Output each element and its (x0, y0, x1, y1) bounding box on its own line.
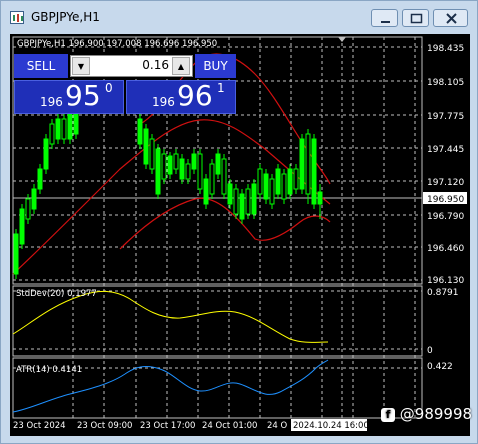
current-price-label: 196.950 (427, 195, 464, 205)
crosshair-time-label: 2024.10.24 16:00 (293, 421, 369, 431)
time-axis-label: 23 Oct 09:00 (77, 421, 132, 431)
price-axis-label: 198.435 (427, 44, 464, 54)
time-axis-label: 23 Oct 2024 (13, 421, 66, 431)
stddev-scale-top: 0.8791 (427, 288, 459, 298)
buy-button[interactable]: BUY (195, 54, 236, 78)
sell-price-big-figure: 196 (40, 95, 63, 109)
price-axis-label: 197.120 (427, 178, 464, 188)
social-logo-icon: f (381, 408, 395, 422)
lot-increase-button[interactable]: ▲ (172, 57, 190, 75)
atr-label: ATR(14) 0.4141 (16, 365, 82, 375)
sell-price-point: 0 (105, 81, 113, 95)
lot-size-field[interactable]: ▼ 0.16 ▲ (70, 55, 193, 77)
chart-window-icon (10, 11, 24, 24)
buy-price-big-figure: 196 (152, 95, 175, 109)
price-axis-label: 196.130 (427, 276, 464, 286)
sell-price-pips: 95 (65, 79, 101, 112)
sell-button[interactable]: SELL (14, 54, 68, 78)
price-axis-label: 198.105 (427, 78, 464, 88)
time-axis-label: 23 Oct 17:00 (140, 421, 195, 431)
time-axis: 23 Oct 2024 23 Oct 09:00 23 Oct 17:00 24… (13, 421, 288, 431)
candlesticks (13, 109, 323, 279)
chart-window: GBPJPYe,H1 GBPJPYe,H1 196.900 197.008 19… (0, 0, 478, 444)
buy-price-pips: 96 (177, 79, 213, 112)
stddev-line (12, 291, 329, 343)
buy-price-display[interactable]: 196 96 1 (126, 79, 236, 114)
lot-decrease-button[interactable]: ▼ (72, 57, 90, 75)
title-bar[interactable]: GBPJPYe,H1 (1, 1, 477, 33)
price-axis-label: 197.775 (427, 112, 464, 122)
buy-price-point: 1 (217, 81, 225, 95)
maximize-button[interactable] (402, 9, 429, 27)
stddev-scale-bottom: 0 (427, 346, 433, 356)
window-title: GBPJPYe,H1 (31, 10, 100, 24)
chart-info-line: GBPJPYe,H1 196.900 197.008 196.696 196.9… (17, 39, 217, 49)
sell-price-display[interactable]: 196 95 0 (14, 79, 124, 114)
time-axis-label: 24 Oct 01:00 (202, 421, 257, 431)
minimize-button[interactable] (371, 9, 398, 27)
atr-scale-top: 0.422 (427, 362, 453, 372)
lot-size-value[interactable]: 0.16 (93, 58, 169, 72)
watermark: f @989998 (381, 405, 472, 423)
price-axis-label: 196.460 (427, 244, 464, 254)
close-button[interactable] (433, 9, 468, 27)
price-axis-label: 197.445 (427, 145, 464, 155)
price-axis-label: 196.790 (427, 212, 464, 222)
time-axis-label: 24 O (267, 421, 288, 431)
one-click-trading-panel: SELL ▼ 0.16 ▲ BUY 196 95 0 196 96 1 (14, 54, 236, 114)
watermark-text: @989998 (399, 405, 473, 423)
price-axis: 198.435 198.105 197.775 197.445 197.120 … (427, 44, 464, 286)
stddev-label: StdDev(20) 0.1977 (16, 289, 97, 299)
